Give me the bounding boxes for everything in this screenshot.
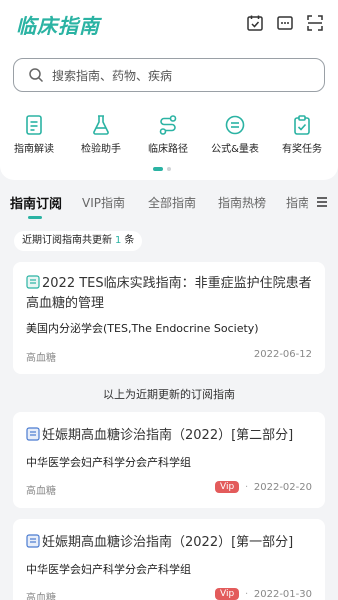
guide-title-row: 2022 TES临床实践指南：非重症监护住院患者高血糖的管理 xyxy=(26,274,316,314)
calendar-check-icon[interactable] xyxy=(246,14,264,32)
quick-action-label: 临床路径 xyxy=(148,144,188,155)
guide-title: 妊娠期高血糖诊治指南（2022）[第二部分] xyxy=(42,428,294,443)
quick-action-guide-interpretation[interactable]: 指南解读 xyxy=(0,114,68,155)
guide-title-row: 妊娠期高血糖诊治指南（2022）[第二部分] xyxy=(26,426,321,446)
tab-hot[interactable]: 指南热榜 xyxy=(218,194,266,211)
guide-date: 2022-02-20 xyxy=(253,482,312,493)
document-icon xyxy=(26,115,42,135)
guide-organization: 美国内分泌学会(TES,The Endocrine Society) xyxy=(26,322,259,335)
guide-organization: 中华医学会妇产科学分会产科学组 xyxy=(26,456,191,469)
guide-tag: 高血糖 xyxy=(26,593,56,600)
task-icon xyxy=(294,115,310,135)
quick-action-label: 指南解读 xyxy=(14,144,54,155)
quick-action-clinical-path[interactable]: 临床路径 xyxy=(134,114,202,155)
menu-icon[interactable] xyxy=(316,196,328,208)
notice-prefix: 近期订阅指南共更新 xyxy=(22,235,112,246)
tab-more-guides[interactable]: 指南 xyxy=(286,194,308,211)
search-icon xyxy=(29,68,44,83)
quick-action-reward-task[interactable]: 有奖任务 xyxy=(268,114,336,155)
tab-vip[interactable]: VIP指南 xyxy=(82,194,125,211)
top-panel: 临床指南 搜索指南、药物、疾病 指南解读 检验助手 临床路径 公式&量表 有奖任… xyxy=(0,0,338,180)
document-icon xyxy=(26,427,40,441)
formula-icon xyxy=(225,115,245,135)
notice-count: 1 xyxy=(115,235,122,246)
guide-card[interactable]: 妊娠期高血糖诊治指南（2022）[第一部分] 中华医学会妇产科学分会产科学组 高… xyxy=(13,519,325,600)
meta-separator: · xyxy=(245,589,249,600)
guide-tag: 高血糖 xyxy=(26,353,56,364)
vip-badge: Vip xyxy=(215,588,240,600)
tab-all[interactable]: 全部指南 xyxy=(148,194,196,211)
vip-badge: Vip xyxy=(215,481,240,493)
guide-title: 妊娠期高血糖诊治指南（2022）[第一部分] xyxy=(42,535,294,550)
tab-bar: 指南订阅 VIP指南 全部指南 指南热榜 指南 xyxy=(0,190,338,220)
flask-icon xyxy=(93,115,109,135)
search-placeholder: 搜索指南、药物、疾病 xyxy=(52,69,173,83)
notice-suffix: 条 xyxy=(124,235,135,246)
search-input[interactable]: 搜索指南、药物、疾病 xyxy=(13,58,325,92)
quick-action-lab-assistant[interactable]: 检验助手 xyxy=(67,114,135,155)
message-icon[interactable] xyxy=(276,14,294,32)
indicator-dot xyxy=(167,167,171,171)
quick-action-formula-scale[interactable]: 公式&量表 xyxy=(201,114,269,155)
tab-underline xyxy=(28,216,42,219)
document-icon xyxy=(26,534,40,548)
guide-date: 2022-06-12 xyxy=(253,349,312,360)
guide-title-row: 妊娠期高血糖诊治指南（2022）[第一部分] xyxy=(26,533,321,553)
quick-action-label: 公式&量表 xyxy=(211,144,259,155)
quick-action-label: 检验助手 xyxy=(81,144,121,155)
guide-card[interactable]: 妊娠期高血糖诊治指南（2022）[第二部分] 中华医学会妇产科学分会产科学组 高… xyxy=(13,412,325,508)
tab-subscription[interactable]: 指南订阅 xyxy=(10,193,62,212)
guide-date: 2022-01-30 xyxy=(253,589,312,600)
indicator-dot-active xyxy=(153,167,163,171)
guide-card-recent[interactable]: 2022 TES临床实践指南：非重症监护住院患者高血糖的管理 美国内分泌学会(T… xyxy=(13,262,325,374)
guide-tag: 高血糖 xyxy=(26,486,56,497)
document-icon xyxy=(26,275,40,289)
subscription-divider-text: 以上为近期更新的订阅指南 xyxy=(103,388,235,401)
subscription-update-notice: 近期订阅指南共更新 1 条 xyxy=(14,231,143,251)
meta-separator: · xyxy=(245,482,249,493)
app-logo: 临床指南 xyxy=(16,14,100,38)
guide-organization: 中华医学会妇产科学分会产科学组 xyxy=(26,563,191,576)
scan-icon[interactable] xyxy=(306,14,324,32)
path-icon xyxy=(159,115,177,135)
quick-action-label: 有奖任务 xyxy=(282,144,322,155)
guide-title: 2022 TES临床实践指南：非重症监护住院患者高血糖的管理 xyxy=(26,276,312,311)
